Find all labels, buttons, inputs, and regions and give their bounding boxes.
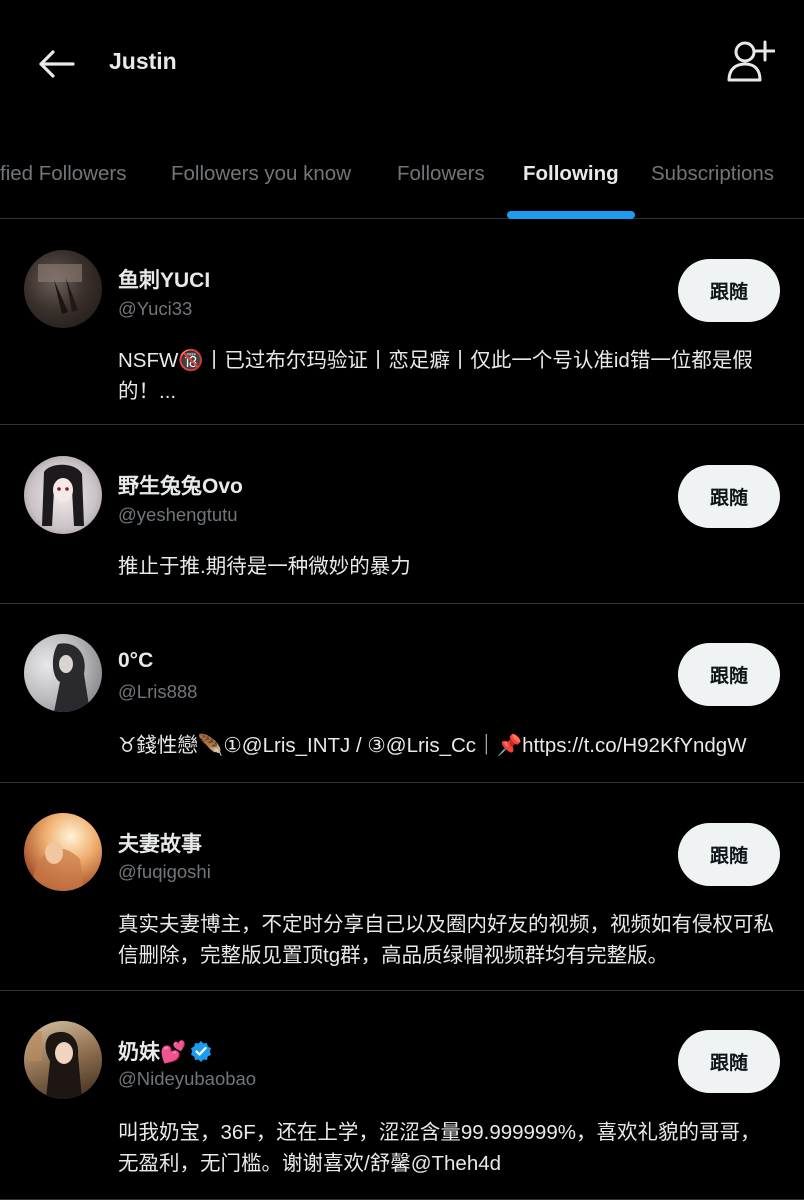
user-bio: 真实夫妻博主，不定时分享自己以及圈内好友的视频，视频如有侵权可私信删除，完整版见… xyxy=(118,913,774,967)
back-button[interactable] xyxy=(30,38,82,90)
avatar[interactable] xyxy=(24,1021,102,1099)
tab-bar: fied Followers Followers you know Follow… xyxy=(0,125,804,219)
user-handle[interactable]: @Lris888 xyxy=(118,681,197,703)
user-handle[interactable]: @Nideyubaobao xyxy=(118,1068,256,1090)
user-name[interactable]: 0°C xyxy=(118,649,153,673)
user-bio: ♉錢性戀🪶①@Lris_INTJ / ③@Lris_Cc｜📌https://t.… xyxy=(118,734,747,757)
list-item[interactable]: 奶妹💕 @Nideyubaobao 跟随 叫我奶宝，36F，还在上学，涩涩含量9… xyxy=(0,991,804,1200)
list-item[interactable]: 夫妻故事 @fuqigoshi 跟随 真实夫妻博主，不定时分享自己以及圈内好友的… xyxy=(0,783,804,991)
list-item[interactable]: 0°C @Lris888 跟随 ♉錢性戀🪶①@Lris_INTJ / ③@Lri… xyxy=(0,604,804,783)
verified-badge-icon xyxy=(190,1040,212,1062)
avatar[interactable] xyxy=(24,634,102,712)
user-name[interactable]: 野生兔兔Ovo xyxy=(118,470,243,500)
follow-button[interactable]: 跟随 xyxy=(678,823,780,886)
user-name[interactable]: 夫妻故事 xyxy=(118,828,202,858)
user-name-text: 0°C xyxy=(118,649,154,672)
add-user-button[interactable] xyxy=(722,36,780,88)
user-name-text: 鱼刺YUCI xyxy=(118,269,211,292)
top-bar: Justin xyxy=(0,0,804,125)
follow-button[interactable]: 跟随 xyxy=(678,465,780,528)
user-bio: 叫我奶宝，36F，还在上学，涩涩含量99.999999%，喜欢礼貌的哥哥，无盈利… xyxy=(118,1121,761,1175)
tab-followers-you-know[interactable]: Followers you know xyxy=(171,159,351,189)
list-item[interactable]: 鱼刺YUCI @Yuci33 跟随 NSFW🔞丨已过布尔玛验证丨恋足癖丨仅此一个… xyxy=(0,219,804,425)
user-name-text: 奶妹💕 xyxy=(118,1041,187,1064)
avatar[interactable] xyxy=(24,250,102,328)
tab-verified-followers[interactable]: fied Followers xyxy=(0,159,126,189)
add-user-icon xyxy=(727,40,775,82)
user-handle[interactable]: @fuqigoshi xyxy=(118,861,211,883)
user-bio: NSFW🔞丨已过布尔玛验证丨恋足癖丨仅此一个号认准id错一位都是假的！... xyxy=(118,349,753,403)
avatar[interactable] xyxy=(24,456,102,534)
page-title: Justin xyxy=(109,48,177,74)
follow-button[interactable]: 跟随 xyxy=(678,259,780,322)
user-name-text: 夫妻故事 xyxy=(118,833,202,856)
tab-followers[interactable]: Followers xyxy=(397,159,485,189)
avatar[interactable] xyxy=(24,813,102,891)
list-item[interactable]: 野生兔兔Ovo @yeshengtutu 跟随 推止于推.期待是一种微妙的暴力 xyxy=(0,425,804,604)
active-tab-indicator xyxy=(507,211,635,219)
user-name[interactable]: 鱼刺YUCI xyxy=(118,264,210,294)
follow-button[interactable]: 跟随 xyxy=(678,1030,780,1093)
user-bio: 推止于推.期待是一种微妙的暴力 xyxy=(118,555,411,578)
tab-following[interactable]: Following xyxy=(523,159,619,189)
user-handle[interactable]: @Yuci33 xyxy=(118,298,192,320)
tab-subscriptions[interactable]: Subscriptions xyxy=(651,159,774,189)
user-handle[interactable]: @yeshengtutu xyxy=(118,504,238,526)
user-name-text: 野生兔兔Ovo xyxy=(118,475,243,498)
arrow-left-icon xyxy=(39,50,75,78)
user-name[interactable]: 奶妹💕 xyxy=(118,1036,212,1066)
follow-button[interactable]: 跟随 xyxy=(678,643,780,706)
